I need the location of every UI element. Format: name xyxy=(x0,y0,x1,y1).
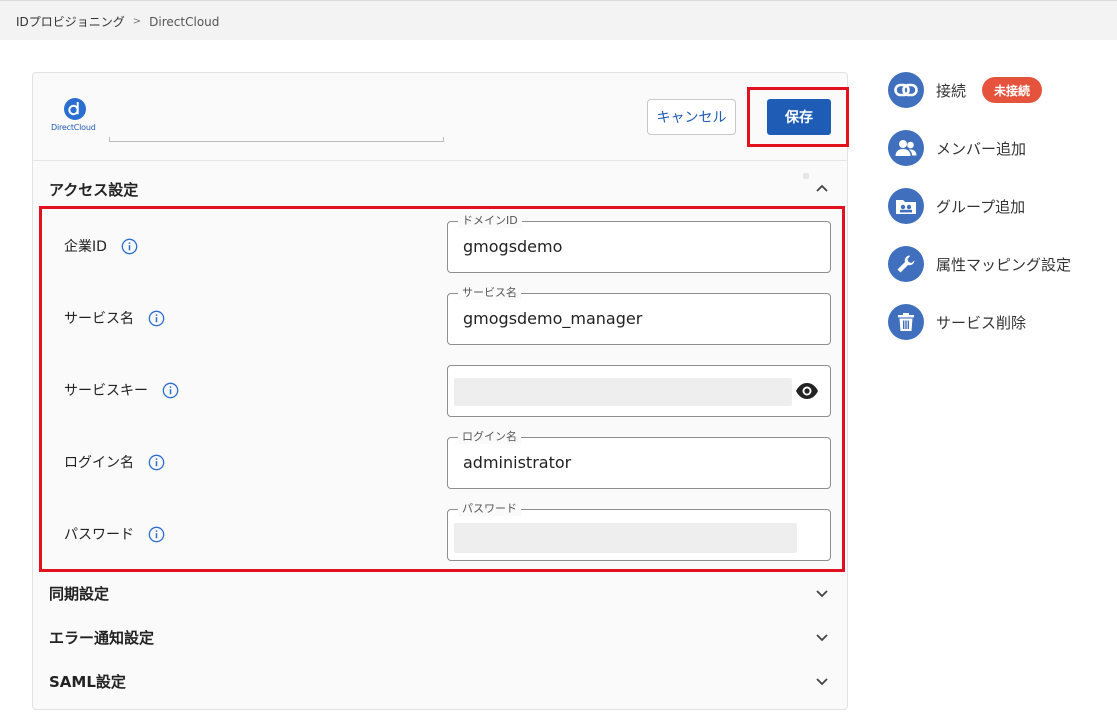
cancel-button[interactable]: キャンセル xyxy=(647,99,736,135)
breadcrumb: IDプロビジョニング > DirectCloud xyxy=(16,13,219,30)
status-badge: 未接続 xyxy=(982,77,1043,103)
card-header: DirectCloud キャンセル 保存 xyxy=(33,73,849,161)
chevron-down-icon[interactable] xyxy=(815,587,829,601)
service-key-masked-value xyxy=(454,378,792,406)
info-icon[interactable] xyxy=(162,382,179,399)
people-icon xyxy=(888,130,924,166)
chevron-down-icon[interactable] xyxy=(815,631,829,645)
service-name-value: gmogsdemo_manager xyxy=(463,309,643,328)
service-key-field[interactable] xyxy=(447,365,831,417)
service-name-field[interactable]: サービス名 gmogsdemo_manager xyxy=(447,286,831,345)
service-name-label: サービス名 xyxy=(64,311,134,327)
logo-text: DirectCloud xyxy=(51,123,96,132)
service-name-row-label: サービス名 xyxy=(64,308,165,328)
sidebar-item-attribute-mapping[interactable]: 属性マッピング設定 xyxy=(888,246,1071,282)
chevron-down-icon[interactable] xyxy=(815,675,829,689)
password-masked-value xyxy=(454,523,797,553)
breadcrumb-current: DirectCloud xyxy=(149,14,220,29)
directcloud-logo: DirectCloud xyxy=(51,97,99,137)
domain-id-value: gmogsdemo xyxy=(463,237,563,256)
login-name-label: ログイン名 xyxy=(64,455,134,471)
company-id-row-label: 企業ID xyxy=(64,236,138,256)
login-name-row-label: ログイン名 xyxy=(64,452,165,472)
service-key-label: サービスキー xyxy=(64,383,148,399)
domain-id-legend: ドメインID xyxy=(458,214,522,228)
sidebar-item-connect[interactable]: 接続 未接続 xyxy=(888,72,1043,108)
sidebar-connect-label: 接続 xyxy=(936,81,967,100)
breadcrumb-parent[interactable]: IDプロビジョニング xyxy=(16,13,125,30)
info-icon[interactable] xyxy=(148,526,165,543)
password-legend: パスワード xyxy=(458,502,521,516)
breadcrumb-separator: > xyxy=(132,16,142,27)
service-name-legend: サービス名 xyxy=(458,286,521,300)
decorative-dot xyxy=(803,173,809,179)
sidebar-add-member-label: メンバー追加 xyxy=(936,139,1027,158)
sidebar-add-group-label: グループ追加 xyxy=(936,197,1026,216)
breadcrumb-bar: IDプロビジョニング > DirectCloud xyxy=(0,0,1117,40)
info-icon[interactable] xyxy=(148,454,165,471)
login-name-legend: ログイン名 xyxy=(458,430,521,444)
domain-id-field[interactable]: ドメインID gmogsdemo xyxy=(447,214,831,273)
wrench-icon xyxy=(888,246,924,282)
sidebar-attribute-mapping-label: 属性マッピング設定 xyxy=(936,255,1072,274)
sidebar-delete-service-label: サービス削除 xyxy=(936,313,1027,332)
section-error-notify-title[interactable]: エラー通知設定 xyxy=(49,627,154,648)
password-field[interactable]: パスワード xyxy=(447,502,831,561)
login-name-value: administrator xyxy=(463,453,572,472)
group-folder-icon xyxy=(888,188,924,224)
link-icon xyxy=(888,72,924,108)
info-icon[interactable] xyxy=(121,238,138,255)
section-saml-title[interactable]: SAML設定 xyxy=(49,671,126,692)
trash-icon xyxy=(888,304,924,340)
cloud-logo-icon xyxy=(64,98,86,120)
info-icon[interactable] xyxy=(148,310,165,327)
login-name-field[interactable]: ログイン名 administrator xyxy=(447,430,831,489)
password-label: パスワード xyxy=(64,527,134,543)
chevron-up-icon[interactable] xyxy=(815,181,829,195)
sidebar-item-add-group[interactable]: グループ追加 xyxy=(888,188,1025,224)
section-access-title[interactable]: アクセス設定 xyxy=(49,179,138,200)
name-input-underline[interactable] xyxy=(109,137,444,142)
section-sync-title[interactable]: 同期設定 xyxy=(49,583,109,604)
save-button[interactable]: 保存 xyxy=(767,99,831,135)
service-key-row-label: サービスキー xyxy=(64,380,179,400)
sidebar-item-add-member[interactable]: メンバー追加 xyxy=(888,130,1026,166)
company-id-label: 企業ID xyxy=(64,239,107,255)
eye-icon[interactable] xyxy=(795,381,819,401)
sidebar-item-delete-service[interactable]: サービス削除 xyxy=(888,304,1026,340)
password-row-label: パスワード xyxy=(64,524,165,544)
